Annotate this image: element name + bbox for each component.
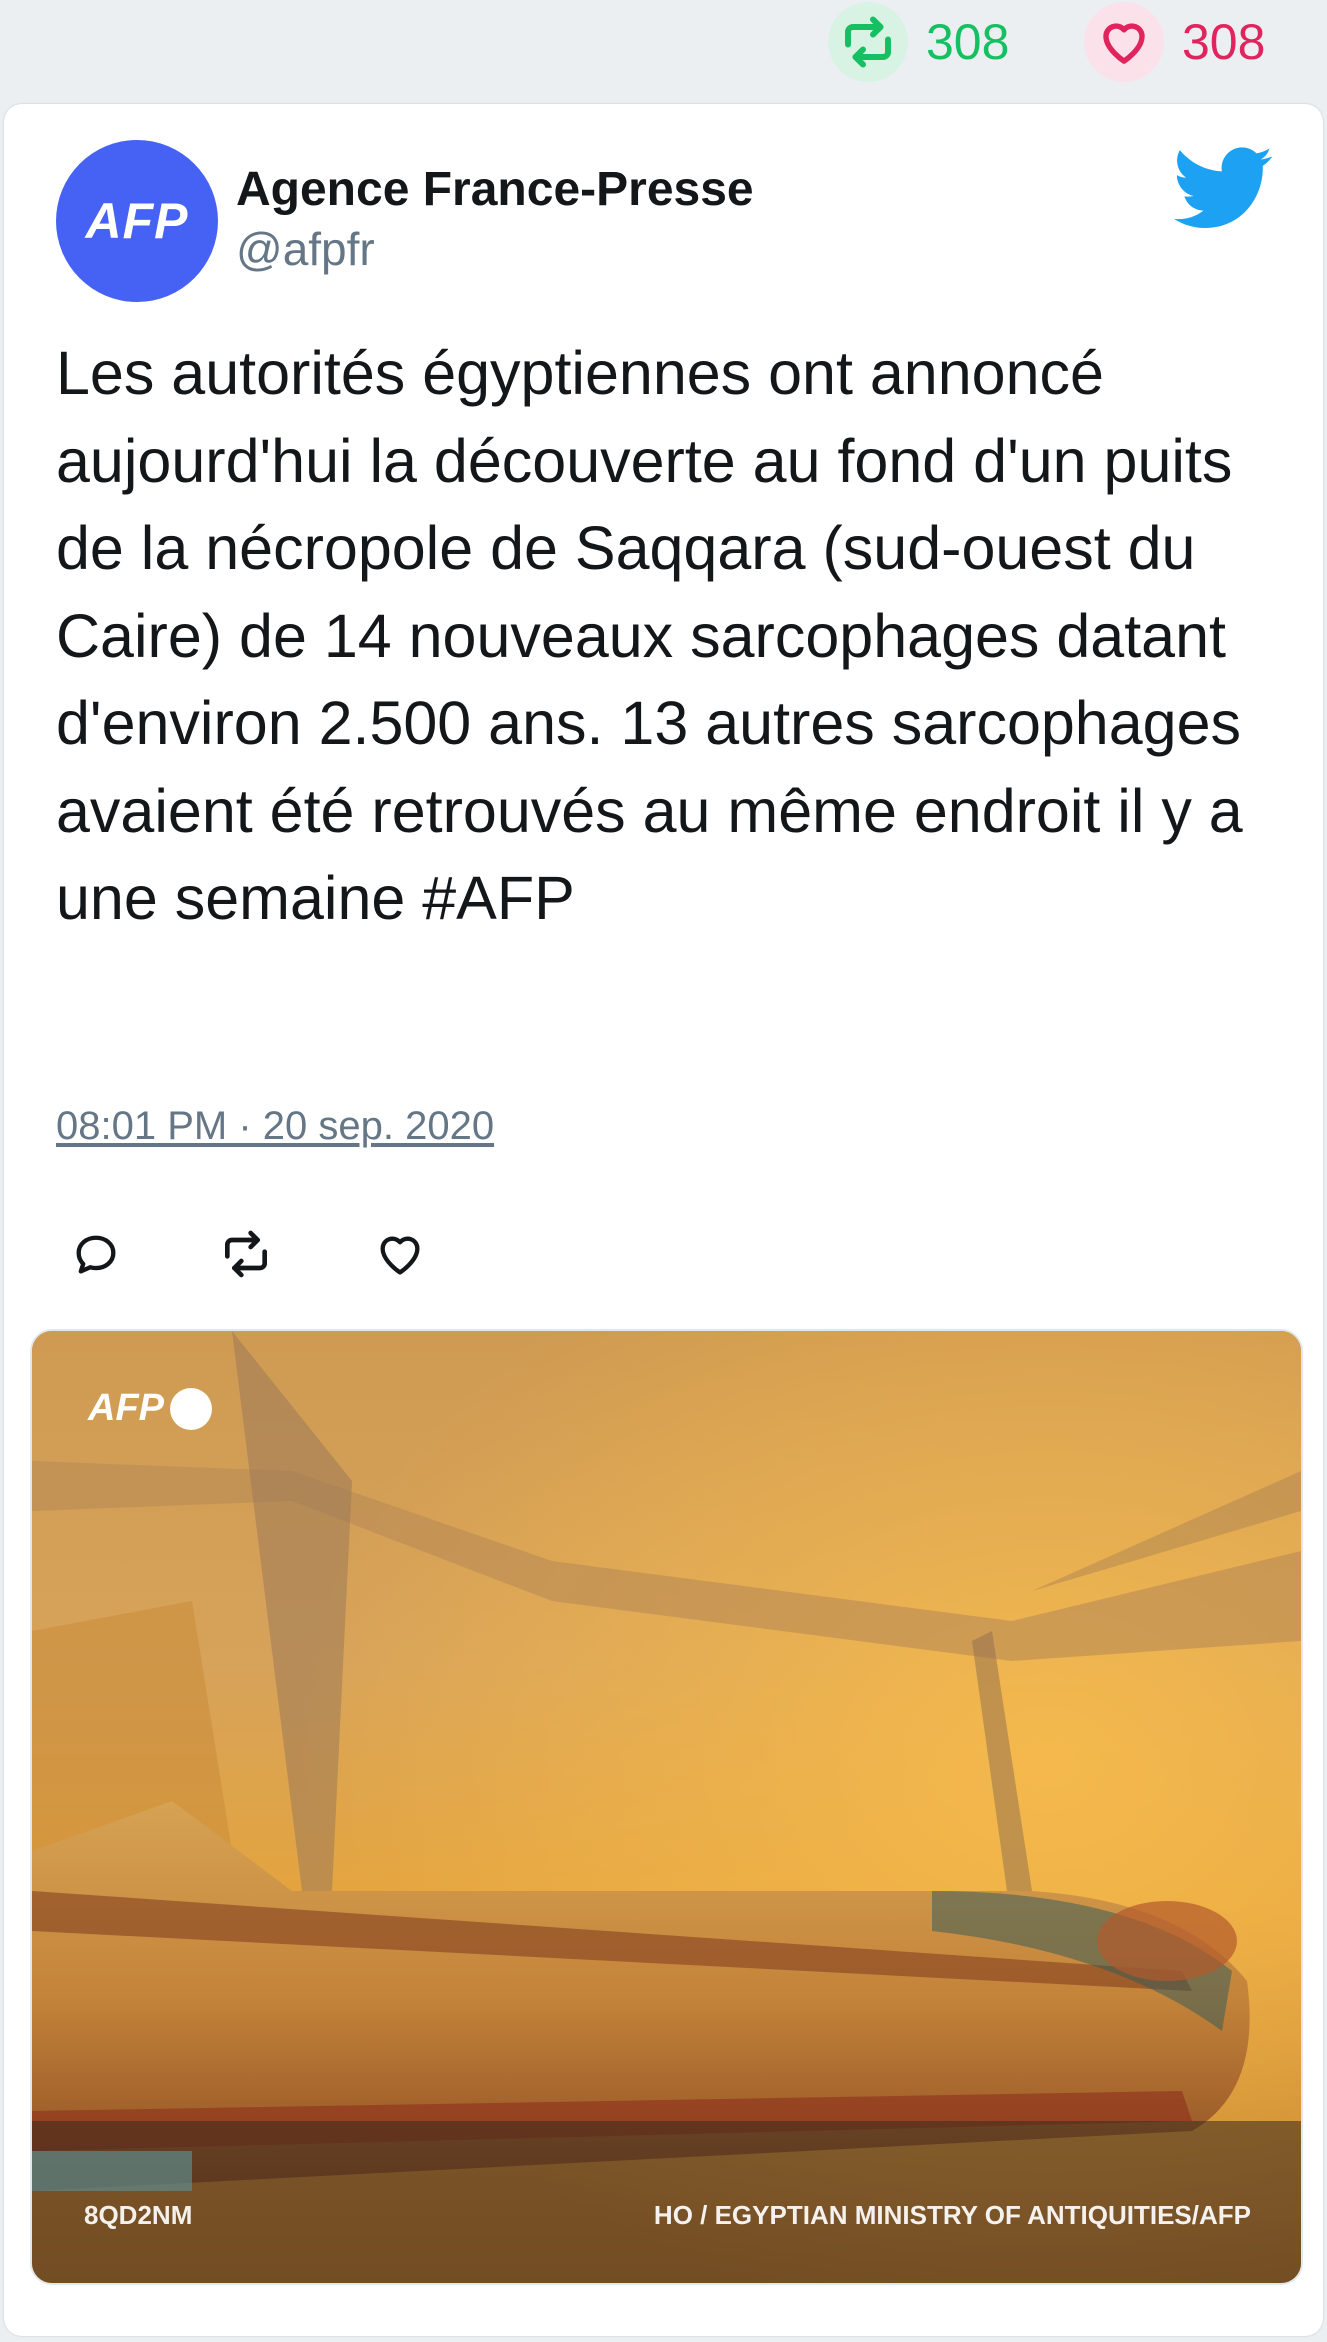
engagement-stats: 308 308	[0, 0, 1327, 100]
retweet-icon	[828, 2, 908, 82]
like-count[interactable]: 308	[1084, 2, 1266, 82]
reply-icon[interactable]	[56, 1214, 136, 1294]
tweet-timestamp[interactable]: 08:01 PM · 20 sep. 2020	[56, 1104, 494, 1149]
author-handle[interactable]: @afpfr	[236, 222, 375, 276]
retweet-icon[interactable]	[206, 1214, 286, 1294]
afp-watermark-text: AFP	[88, 1387, 164, 1429]
photo-id-caption: 8QD2NM	[84, 2200, 193, 2230]
tweet-photo[interactable]: AFP 8QD2NM HO / EGYPTIAN MINISTRY OF ANT…	[30, 1329, 1303, 2285]
tweet-text: Les autorités égyptiennes ont annoncé au…	[56, 339, 1243, 932]
photo-credit-caption: HO / EGYPTIAN MINISTRY OF ANTIQUITIES/AF…	[653, 2200, 1251, 2230]
author-name[interactable]: Agence France-Presse	[236, 162, 754, 217]
retweet-count[interactable]: 308	[828, 2, 1010, 82]
heart-icon[interactable]	[360, 1214, 440, 1294]
avatar-text: AFP	[85, 193, 189, 249]
tweet-card: AFP Agence France-Presse @afpfr Les auto…	[4, 104, 1323, 2336]
twitter-bird-icon[interactable]	[1174, 146, 1274, 230]
heart-icon	[1084, 2, 1164, 82]
photo-sarcophagus-tent	[32, 1331, 1301, 2283]
afp-watermark: AFP	[88, 1387, 212, 1430]
avatar[interactable]: AFP	[56, 140, 218, 302]
afp-watermark-dot	[170, 1387, 212, 1430]
like-count-value: 308	[1182, 14, 1266, 70]
retweet-count-value: 308	[926, 14, 1010, 70]
